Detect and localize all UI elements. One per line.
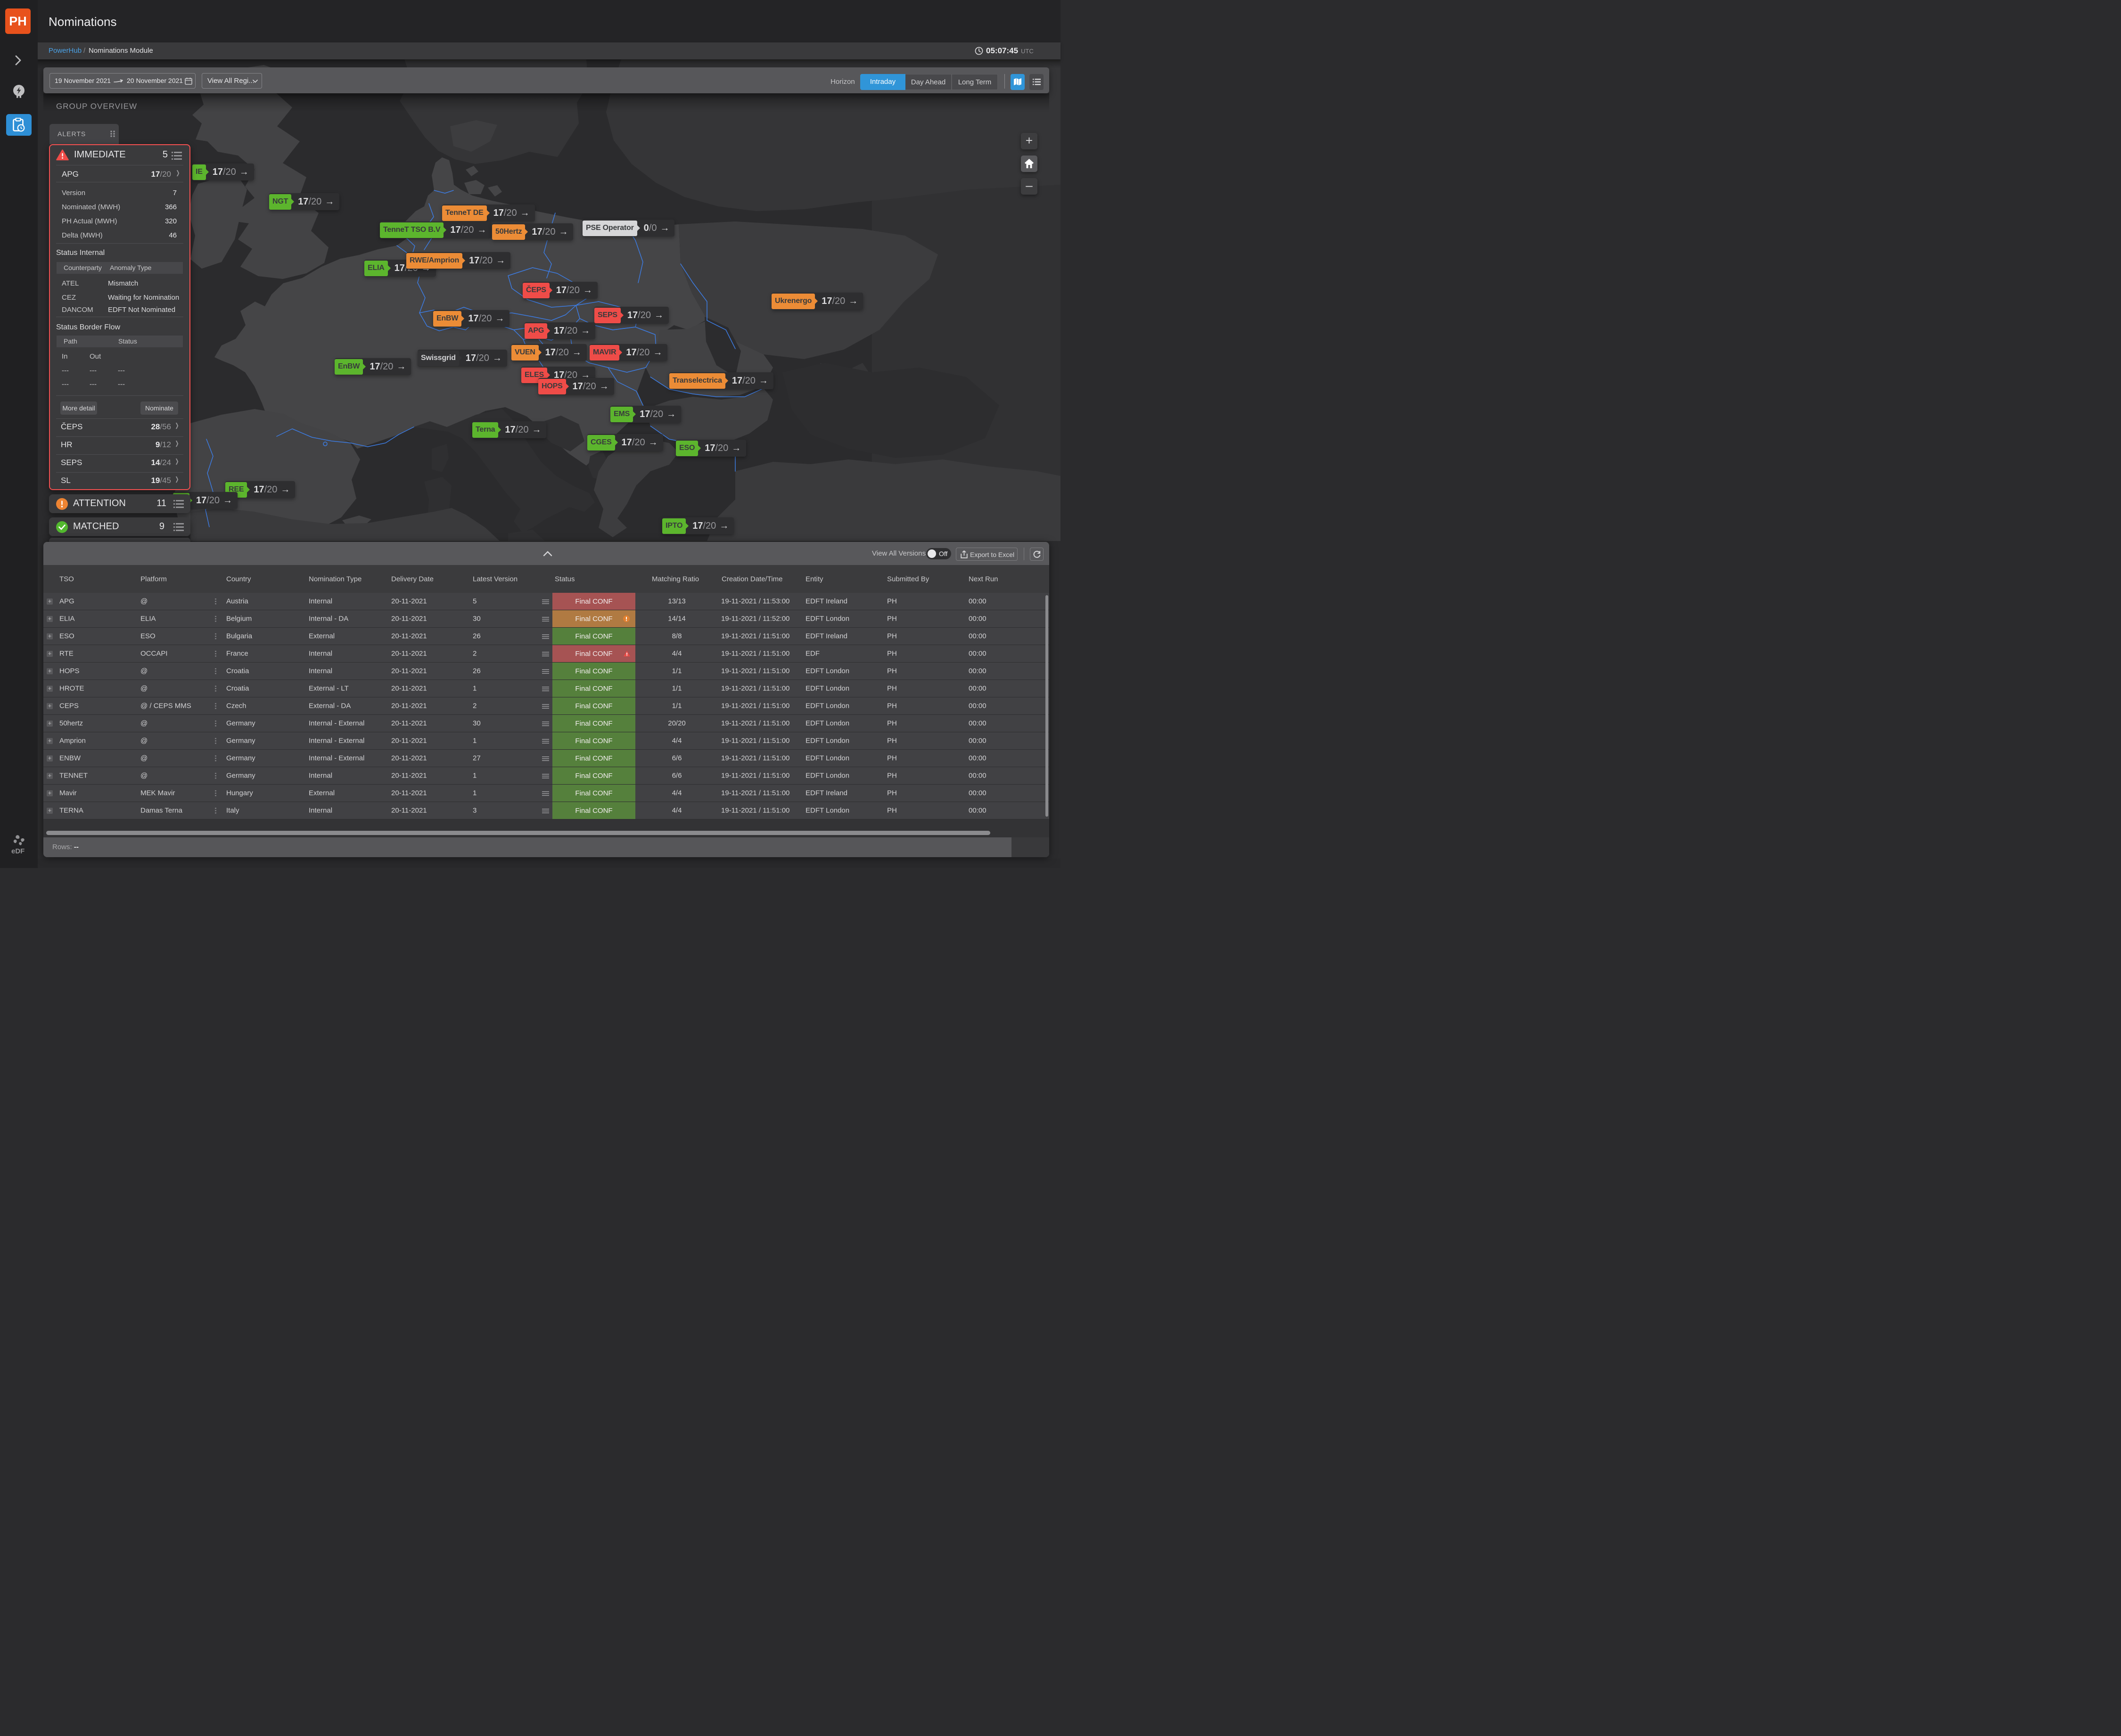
svg-text:eDF: eDF <box>11 847 25 855</box>
